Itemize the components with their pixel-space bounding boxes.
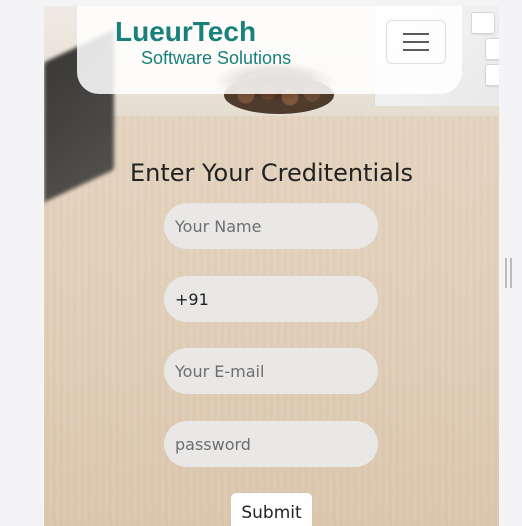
keyboard-key bbox=[485, 38, 499, 60]
brand-name: LueurTech bbox=[115, 16, 257, 47]
email-input[interactable] bbox=[164, 348, 378, 394]
submit-button[interactable]: Submit bbox=[231, 493, 312, 526]
brand-logo[interactable]: LueurTech Software Solutions bbox=[115, 16, 291, 68]
password-input[interactable] bbox=[164, 421, 378, 467]
navbar-toggle-button[interactable] bbox=[386, 20, 446, 64]
keyboard-key bbox=[485, 64, 499, 86]
form-title: Enter Your Creditentials bbox=[129, 159, 414, 187]
page-frame: LueurTech Software Solutions Enter Your … bbox=[44, 6, 499, 526]
navbar: LueurTech Software Solutions bbox=[77, 6, 462, 94]
phone-input[interactable] bbox=[164, 276, 378, 322]
resize-handle[interactable] bbox=[505, 258, 512, 288]
name-input[interactable] bbox=[164, 203, 378, 249]
brand-tagline: Software Solutions bbox=[141, 48, 292, 68]
keyboard-key bbox=[471, 12, 495, 34]
